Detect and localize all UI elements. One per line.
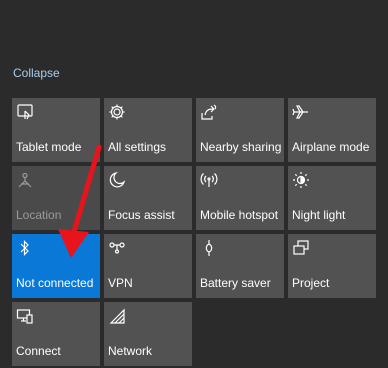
tile-label: All settings [108,140,167,154]
tile-airplane-mode[interactable]: Airplane mode [288,98,376,162]
tile-location[interactable]: Location [12,166,100,230]
tile-all-settings[interactable]: All settings [104,98,192,162]
tile-focus-assist[interactable]: Focus assist [104,166,192,230]
tile-label: Airplane mode [292,140,370,154]
tile-label: Not connected [16,276,94,290]
tile-mobile-hotspot[interactable]: Mobile hotspot [196,166,284,230]
tile-project[interactable]: Project [288,234,376,298]
tile-label: Nearby sharing [200,140,282,154]
project-icon [292,239,310,257]
tile-network[interactable]: Network [104,302,192,366]
tile-label: Network [108,344,153,358]
tile-label: Tablet mode [16,140,82,154]
tile-connect[interactable]: Connect [12,302,100,366]
tile-label: Night light [292,208,346,222]
tile-vpn[interactable]: VPN [104,234,192,298]
location-icon [16,171,34,189]
tile-bluetooth[interactable]: Not connected [12,234,100,298]
airplane-icon [292,103,310,121]
tile-tablet-mode[interactable]: Tablet mode [12,98,100,162]
tile-nearby-sharing[interactable]: Nearby sharing [196,98,284,162]
gear-icon [108,103,126,121]
vpn-icon [108,239,126,257]
collapse-link[interactable]: Collapse [13,66,60,80]
battery-saver-icon [200,239,218,257]
tile-label: VPN [108,276,133,290]
tile-night-light[interactable]: Night light [288,166,376,230]
tablet-mode-icon [16,103,34,121]
moon-icon [108,171,126,189]
bluetooth-icon [16,239,34,257]
network-icon [108,307,126,325]
nearby-sharing-icon [200,103,218,121]
connect-icon [16,307,34,325]
tile-label: Focus assist [108,208,175,222]
tile-label: Project [292,276,330,290]
hotspot-icon [200,171,218,189]
tile-label: Battery saver [200,276,271,290]
tile-label: Connect [16,344,61,358]
brightness-icon [292,171,310,189]
tile-label: Mobile hotspot [200,208,279,222]
tile-label: Location [16,208,62,222]
tile-battery-saver[interactable]: Battery saver [196,234,284,298]
